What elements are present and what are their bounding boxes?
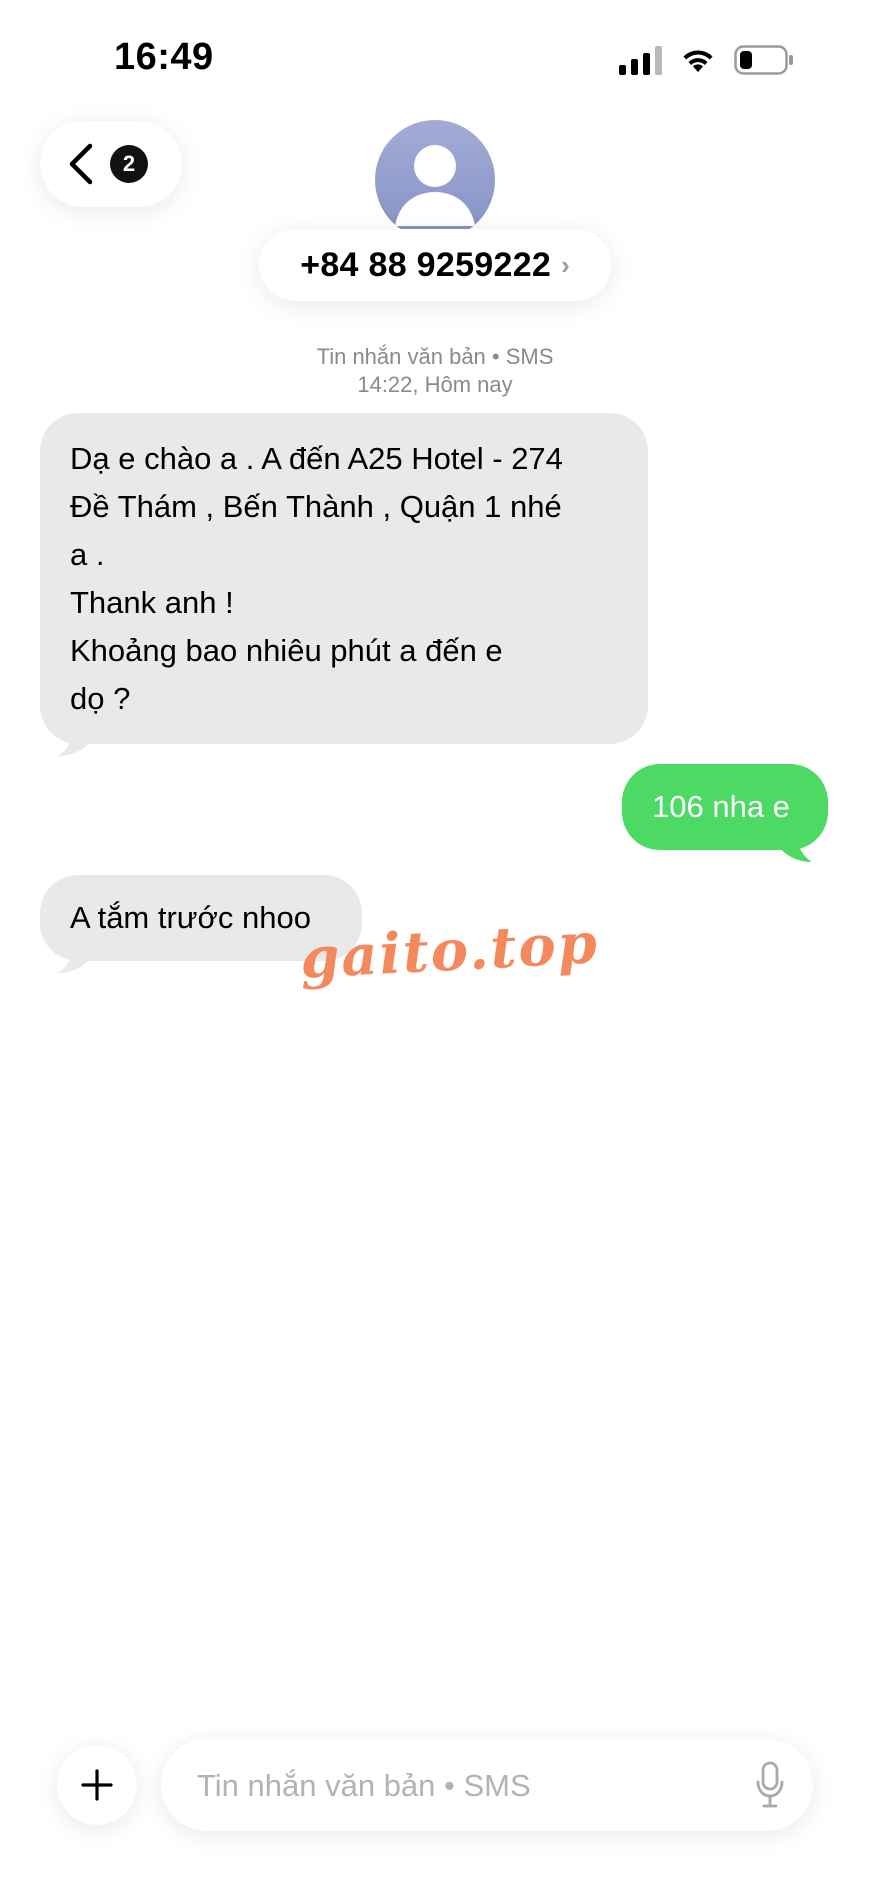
status-icons — [619, 40, 794, 80]
cellular-signal-icon — [619, 45, 662, 75]
outgoing-message-bubble[interactable]: 106 nha e — [622, 764, 828, 862]
wifi-icon — [680, 46, 716, 74]
message-text: Dạ e chào a . A đến A25 Hotel - 274 Đề T… — [70, 441, 563, 716]
service-label: Tin nhắn văn bản • SMS — [316, 344, 554, 369]
message-composer[interactable] — [161, 1739, 813, 1833]
chevron-right-icon: › — [561, 249, 570, 280]
back-button[interactable]: 2 — [40, 121, 182, 207]
incoming-message-bubble[interactable]: Dạ e chào a . A đến A25 Hotel - 274 Đề T… — [40, 413, 648, 756]
contact-details-button[interactable]: +84 88 9259222 › — [259, 229, 611, 301]
message-text: 106 nha e — [652, 789, 790, 824]
chevron-left-icon — [69, 143, 93, 185]
contact-phone-number: +84 88 9259222 — [300, 245, 552, 284]
add-attachment-button[interactable] — [57, 1745, 137, 1825]
message-input[interactable] — [195, 1739, 739, 1833]
message-text: A tắm trước nhoo — [70, 900, 311, 935]
unread-count-badge: 2 — [110, 145, 148, 183]
microphone-icon[interactable] — [755, 1761, 785, 1809]
plus-icon — [81, 1769, 113, 1801]
bubble-tail — [778, 830, 812, 862]
battery-icon — [734, 45, 794, 75]
messages-screen: 16:49 2 +84 88 9259222 › Tin nhắn văn bả… — [0, 0, 870, 1885]
thread-timestamp: 14:22, Hôm nay — [357, 372, 513, 397]
watermark: gaito.top — [298, 910, 601, 992]
bubble-tail — [58, 724, 92, 756]
bubble-tail — [58, 941, 92, 973]
status-time: 16:49 — [114, 36, 214, 78]
person-avatar-icon[interactable] — [375, 120, 495, 240]
